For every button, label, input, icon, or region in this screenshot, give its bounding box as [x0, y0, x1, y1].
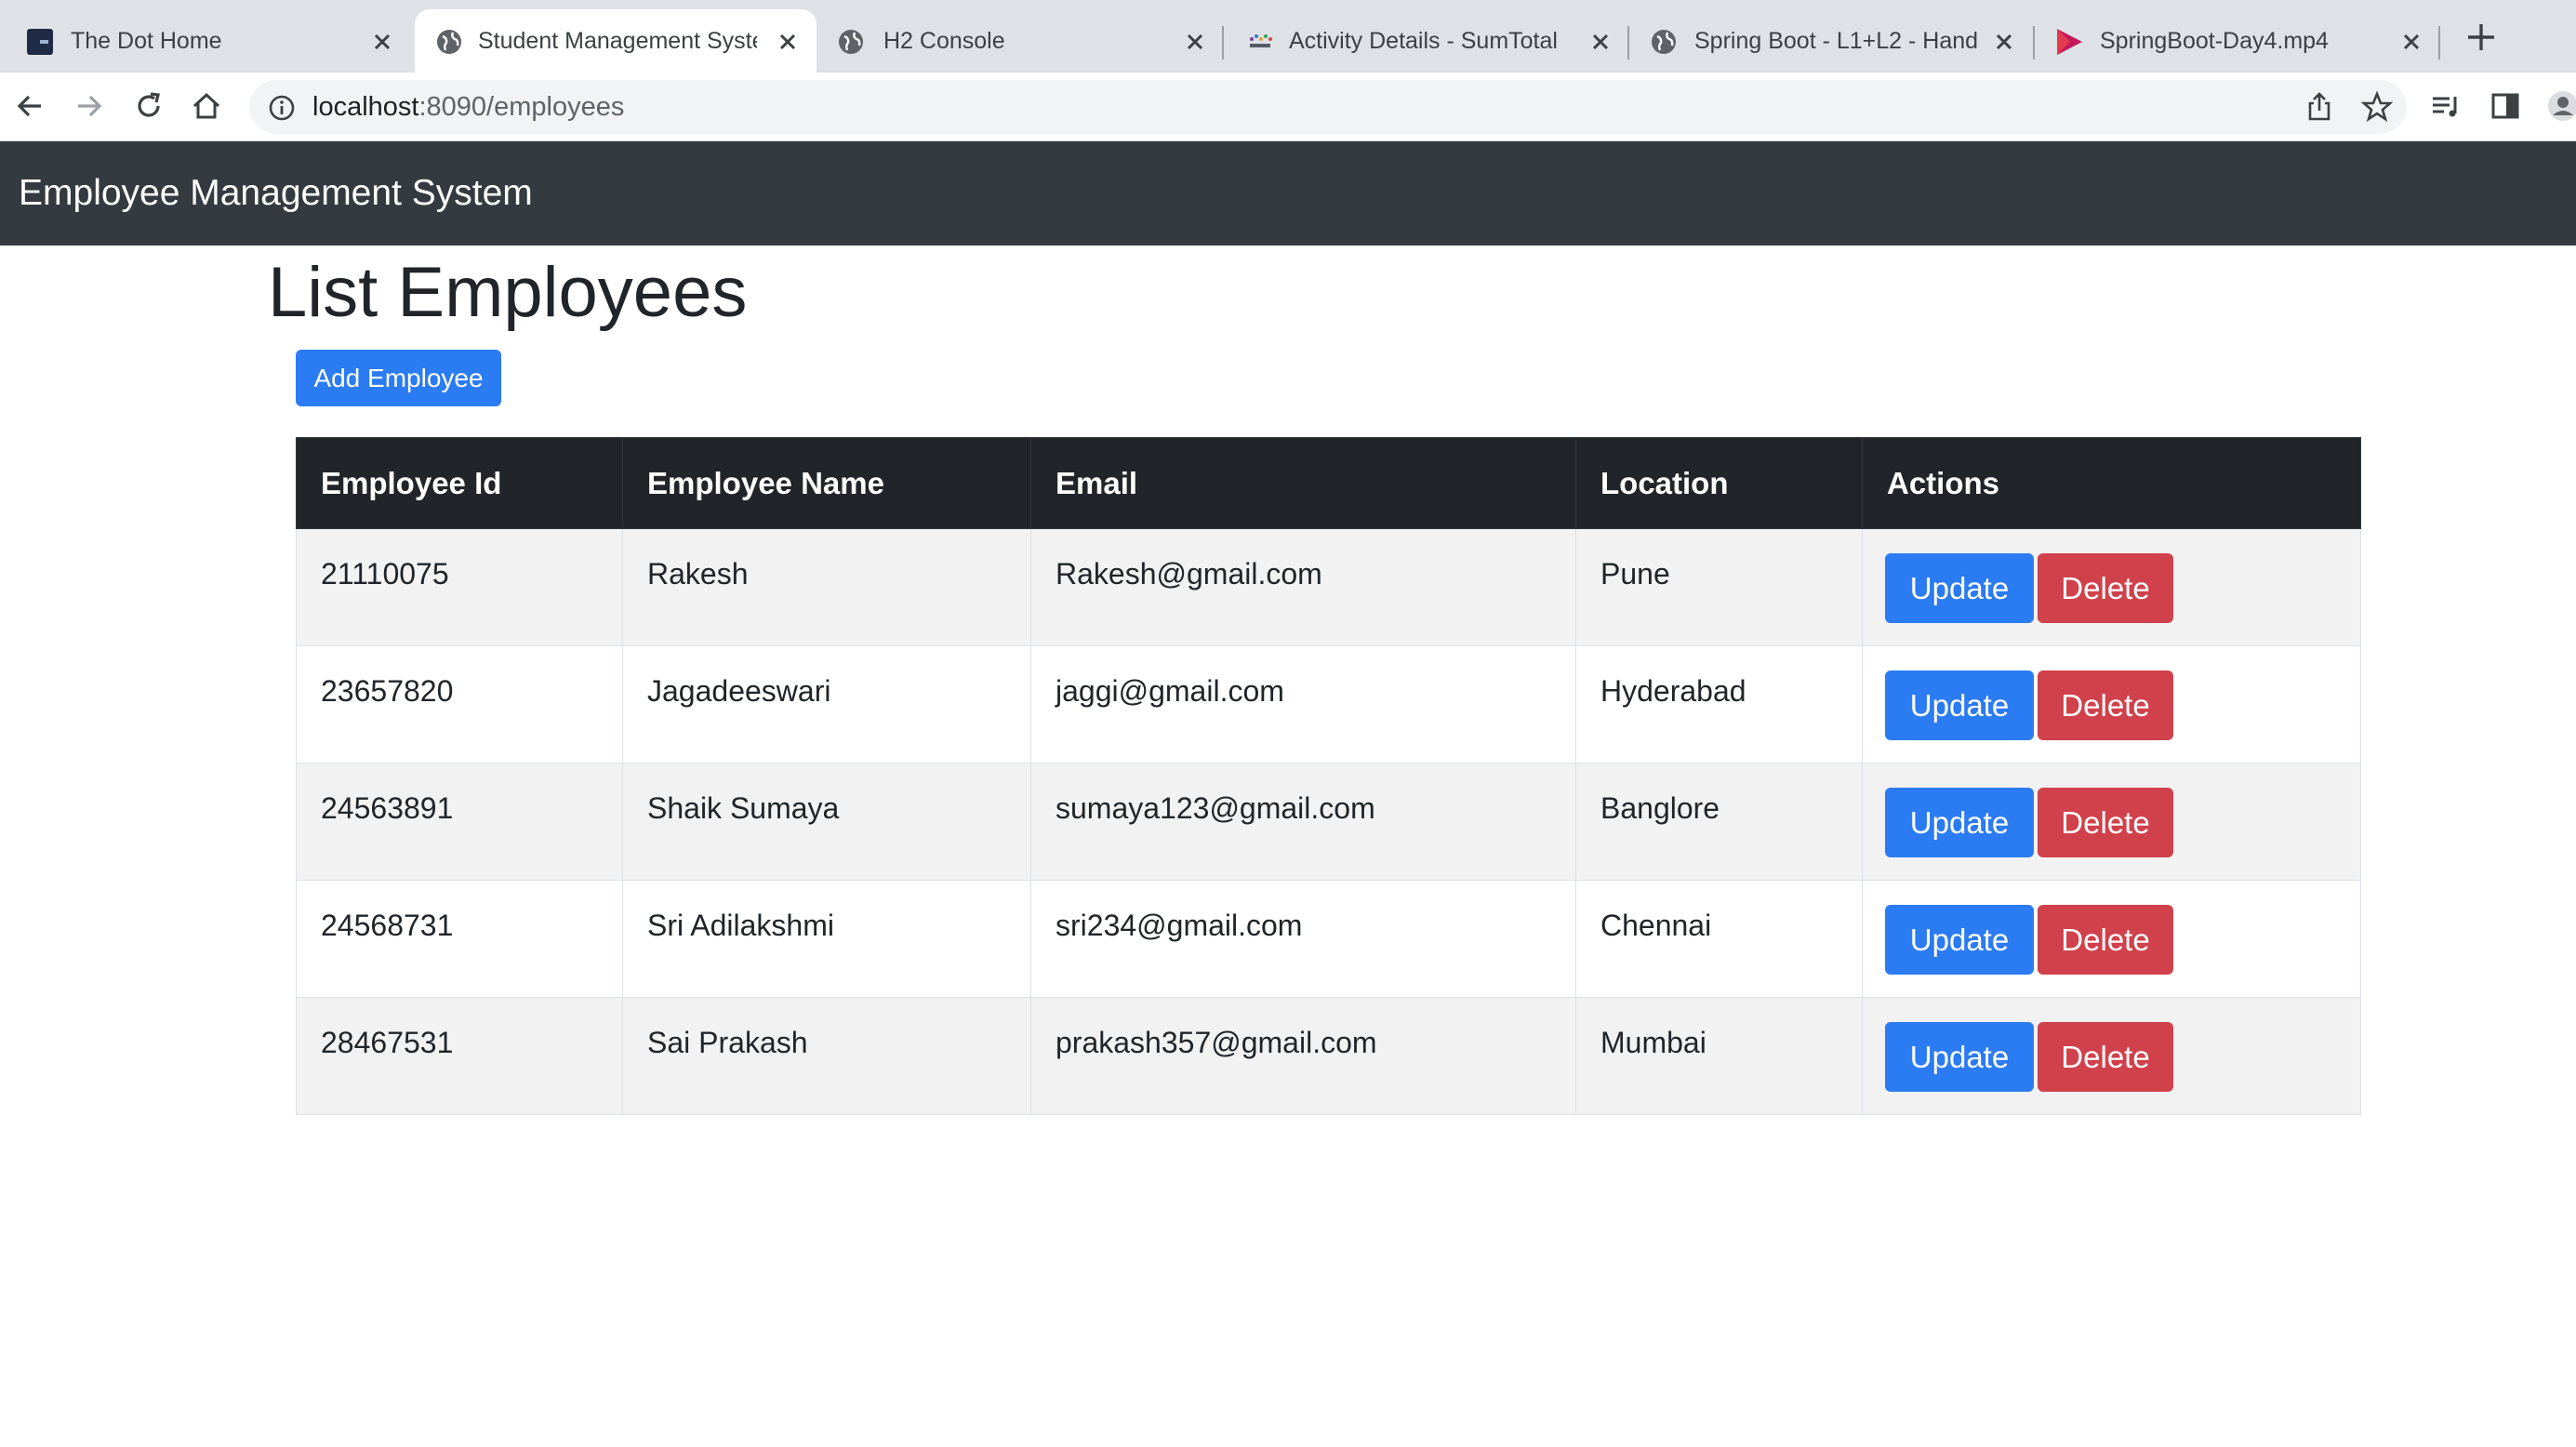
- update-button[interactable]: Update: [1885, 670, 2034, 740]
- page-title: List Employees: [268, 253, 748, 332]
- close-icon[interactable]: [2399, 30, 2423, 54]
- employee-email-cell: prakash357@gmail.com: [1030, 997, 1576, 1115]
- tab-title: Student Management System: [478, 28, 757, 54]
- bookmark-star-icon[interactable]: [2360, 90, 2394, 124]
- employee-location-cell: Mumbai: [1575, 997, 1863, 1115]
- dot-favicon-icon: [27, 29, 53, 55]
- share-icon[interactable]: [2303, 90, 2336, 124]
- employee-name-cell: Shaik Sumaya: [622, 763, 1031, 881]
- update-button[interactable]: Update: [1885, 788, 2034, 857]
- employee-id-cell: 23657820: [296, 645, 623, 763]
- table-header-row: Employee Id Employee Name Email Location…: [296, 437, 2361, 529]
- address-bar[interactable]: localhost:8090/employees: [249, 80, 2407, 134]
- tab-title: Spring Boot - L1+L2 - Hands-on: [1694, 28, 1979, 54]
- delete-button[interactable]: Delete: [2038, 905, 2173, 975]
- browser-tab-strip: The Dot Home Student Management System H…: [0, 0, 2576, 73]
- table-row: 24568731 Sri Adilakshmi sri234@gmail.com…: [296, 880, 2361, 998]
- wipro-favicon-icon: [1250, 34, 1272, 47]
- tab-the-dot-home[interactable]: The Dot Home: [0, 9, 409, 73]
- url-text[interactable]: localhost:8090/employees: [312, 80, 624, 134]
- tab-student-management-system[interactable]: Student Management System: [415, 9, 817, 73]
- back-arrow-icon[interactable]: [13, 89, 46, 123]
- employee-name-cell: Jagadeeswari: [622, 645, 1031, 763]
- navbar-brand[interactable]: Employee Management System: [19, 141, 533, 246]
- browser-toolbar: localhost:8090/employees: [0, 73, 2576, 141]
- globe-icon: [437, 30, 461, 54]
- delete-button[interactable]: Delete: [2038, 788, 2173, 857]
- employee-name-cell: Rakesh: [622, 528, 1031, 646]
- side-panel-icon[interactable]: [2489, 89, 2522, 123]
- play-icon: [2057, 29, 2082, 55]
- column-header-employee-name: Employee Name: [622, 437, 1031, 529]
- site-info-icon[interactable]: [268, 94, 296, 122]
- reload-icon[interactable]: [132, 89, 166, 123]
- employee-id-cell: 24568731: [296, 880, 623, 998]
- employee-name-cell: Sri Adilakshmi: [622, 880, 1031, 998]
- actions-cell: Update Delete: [1862, 763, 2361, 881]
- employee-location-cell: Pune: [1575, 528, 1863, 646]
- employee-email-cell: jaggi@gmail.com: [1030, 645, 1576, 763]
- close-icon[interactable]: [1992, 30, 2016, 54]
- url-path: :8090/employees: [418, 92, 625, 122]
- delete-button[interactable]: Delete: [2038, 553, 2173, 623]
- column-header-employee-id: Employee Id: [296, 437, 623, 529]
- forward-arrow-icon[interactable]: [73, 89, 106, 123]
- tab-activity-details[interactable]: Activity Details - SumTotal: [1226, 9, 1631, 73]
- tab-h2-console[interactable]: H2 Console: [817, 9, 1226, 73]
- tab-separator: [2033, 26, 2035, 60]
- employee-email-cell: Rakesh@gmail.com: [1030, 528, 1576, 646]
- table-row: 23657820 Jagadeeswari jaggi@gmail.com Hy…: [296, 645, 2361, 763]
- tab-separator: [1627, 26, 1629, 60]
- tab-separator: [1222, 26, 1224, 60]
- actions-cell: Update Delete: [1862, 880, 2361, 998]
- employees-table-container: Employee Id Employee Name Email Location…: [296, 437, 2361, 1115]
- new-tab-plus-icon[interactable]: [2464, 20, 2498, 54]
- employee-location-cell: Banglore: [1575, 763, 1863, 881]
- close-icon[interactable]: [776, 30, 800, 54]
- tab-title: SpringBoot-Day4.mp4: [2100, 28, 2329, 54]
- employee-location-cell: Hyderabad: [1575, 645, 1863, 763]
- delete-button[interactable]: Delete: [2038, 1022, 2173, 1092]
- update-button[interactable]: Update: [1885, 553, 2034, 623]
- close-icon[interactable]: [1588, 30, 1613, 54]
- url-host: localhost: [312, 92, 419, 122]
- globe-icon: [839, 30, 863, 54]
- column-header-email: Email: [1030, 437, 1576, 529]
- column-header-location: Location: [1575, 437, 1863, 529]
- update-button[interactable]: Update: [1885, 905, 2034, 975]
- media-queue-icon[interactable]: [2429, 89, 2463, 123]
- employee-id-cell: 28467531: [296, 997, 623, 1115]
- table-row: 21110075 Rakesh Rakesh@gmail.com Pune Up…: [296, 528, 2361, 646]
- table-row: 24563891 Shaik Sumaya sumaya123@gmail.co…: [296, 763, 2361, 881]
- tab-springboot-day4-video[interactable]: SpringBoot-Day4.mp4: [2037, 9, 2437, 73]
- employee-location-cell: Chennai: [1575, 880, 1863, 998]
- employee-name-cell: Sai Prakash: [622, 997, 1031, 1115]
- app-navbar: Employee Management System: [0, 141, 2576, 246]
- update-button[interactable]: Update: [1885, 1022, 2034, 1092]
- column-header-actions: Actions: [1862, 437, 2361, 529]
- actions-cell: Update Delete: [1862, 528, 2361, 646]
- tab-title: Activity Details - SumTotal: [1289, 28, 1558, 54]
- employee-email-cell: sri234@gmail.com: [1030, 880, 1576, 998]
- table-row: 28467531 Sai Prakash prakash357@gmail.co…: [296, 997, 2361, 1115]
- close-icon[interactable]: [370, 30, 394, 54]
- employees-table: Employee Id Employee Name Email Location…: [296, 437, 2361, 1115]
- employee-id-cell: 24563891: [296, 763, 623, 881]
- employee-id-cell: 21110075: [296, 528, 623, 646]
- tab-title: The Dot Home: [71, 28, 222, 54]
- delete-button[interactable]: Delete: [2038, 670, 2173, 740]
- employee-email-cell: sumaya123@gmail.com: [1030, 763, 1576, 881]
- add-employee-button[interactable]: Add Employee: [296, 350, 501, 406]
- actions-cell: Update Delete: [1862, 997, 2361, 1115]
- tab-spring-boot-hands-on[interactable]: Spring Boot - L1+L2 - Hands-on: [1631, 9, 2037, 73]
- actions-cell: Update Delete: [1862, 645, 2361, 763]
- close-icon[interactable]: [1183, 30, 1207, 54]
- home-icon[interactable]: [190, 89, 223, 123]
- globe-icon: [1652, 30, 1676, 54]
- profile-avatar-icon[interactable]: [2544, 89, 2576, 123]
- tab-title: H2 Console: [883, 28, 1005, 54]
- tab-separator: [2438, 26, 2440, 60]
